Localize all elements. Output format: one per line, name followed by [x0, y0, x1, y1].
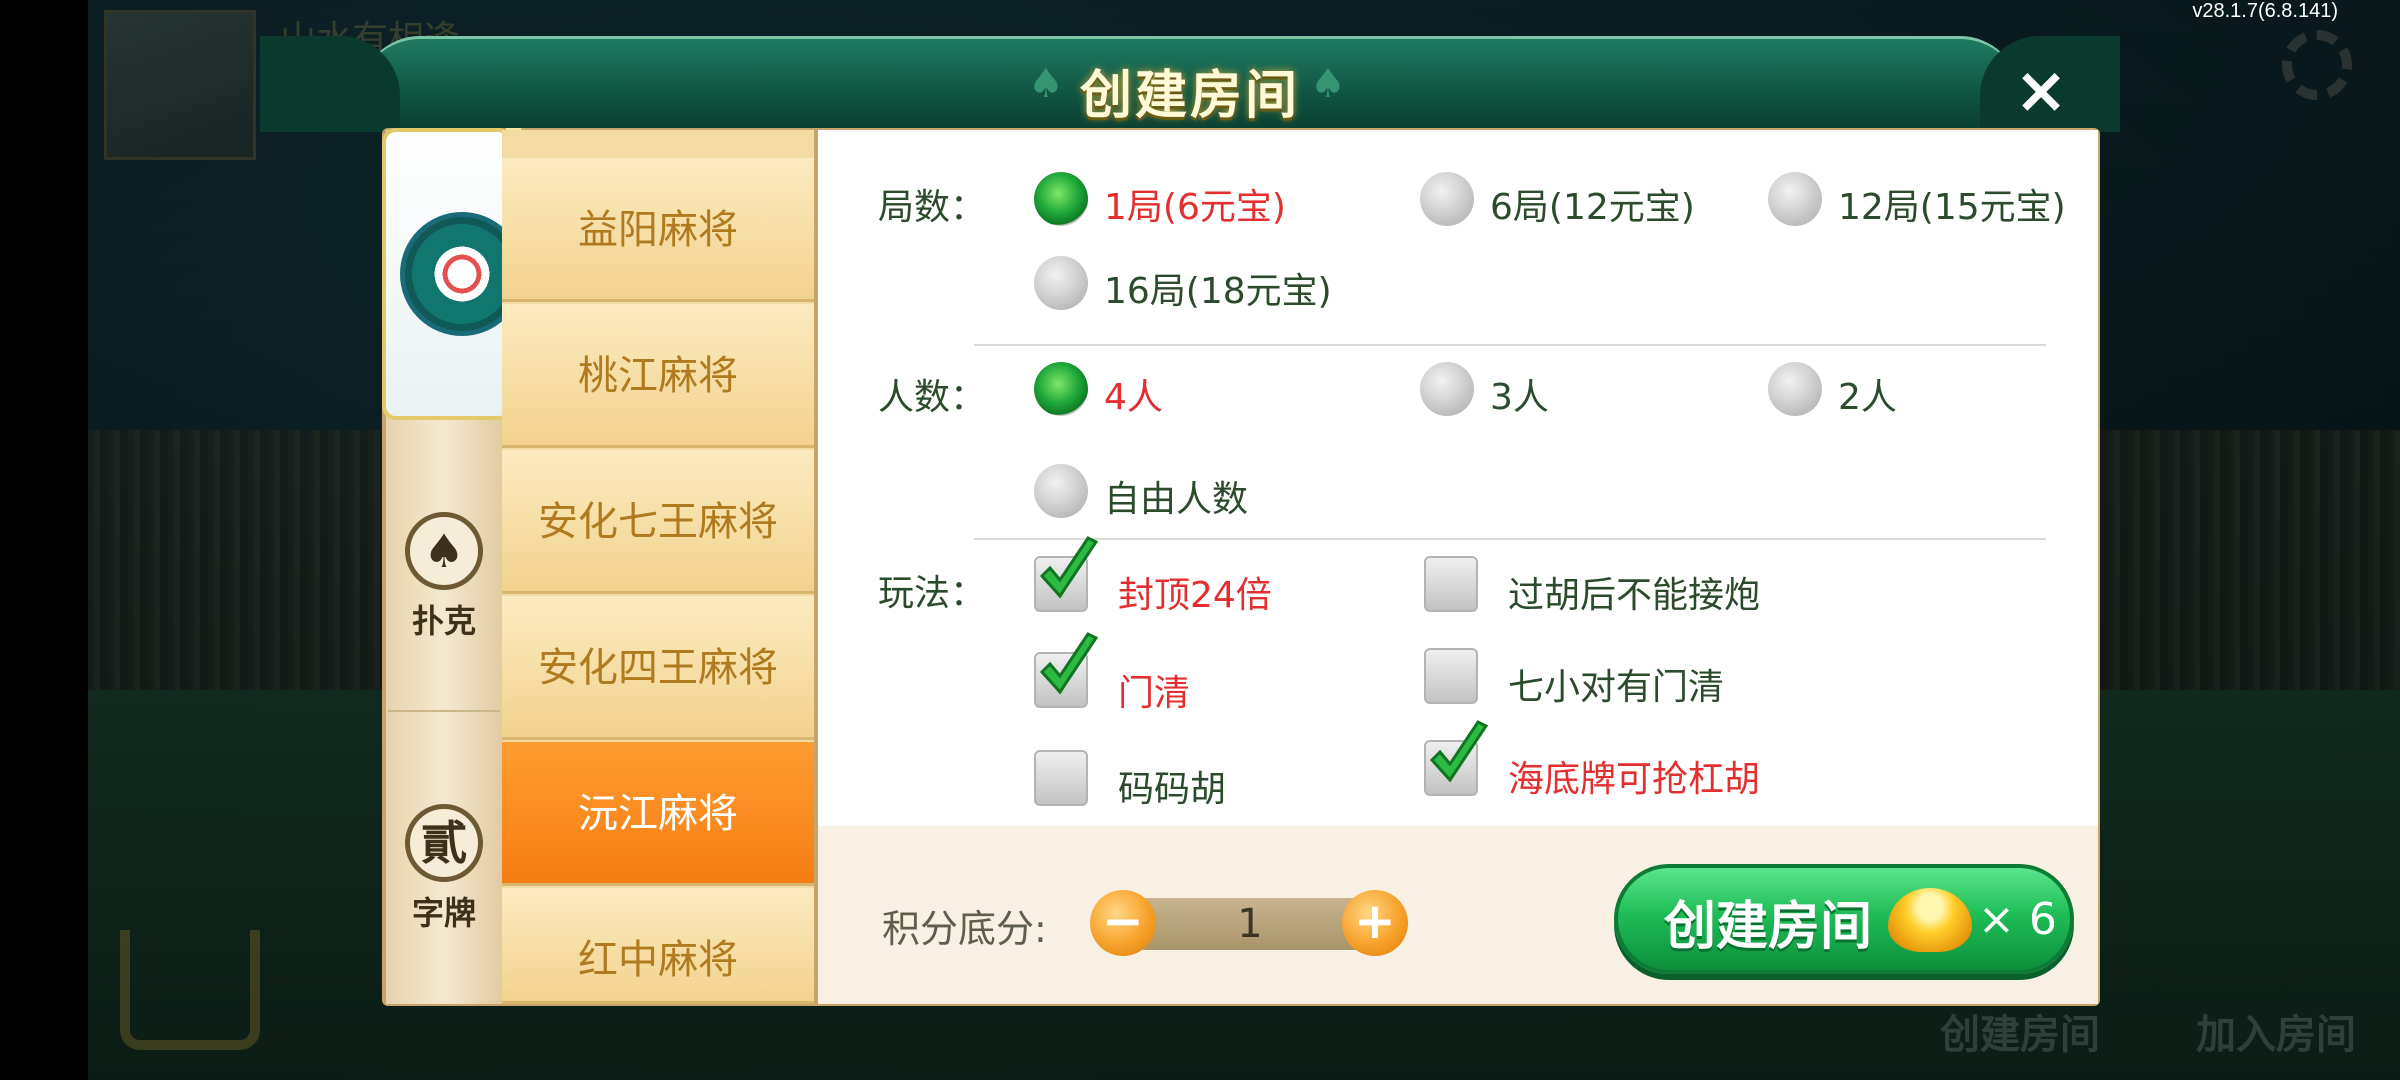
- zipai-icon: 貳: [405, 804, 483, 882]
- category-label-poker: 扑克: [411, 602, 476, 640]
- rule-checkbox-no-pao-after-hu[interactable]: [1424, 556, 1478, 612]
- players-option-3[interactable]: 3人: [1490, 368, 1549, 420]
- rounds-option-6[interactable]: 6局(12元宝): [1490, 178, 1695, 230]
- rounds-option-1[interactable]: 1局(6元宝): [1104, 178, 1286, 230]
- section-divider: [974, 344, 2046, 346]
- rule-option-mamahu[interactable]: 码码胡: [1118, 760, 1226, 812]
- rounds-radio-6[interactable]: [1420, 172, 1474, 226]
- players-radio-2[interactable]: [1768, 362, 1822, 416]
- close-button[interactable]: ×: [2006, 56, 2076, 126]
- rounds-radio-16[interactable]: [1034, 256, 1088, 310]
- create-room-label: 创建房间: [1664, 897, 1873, 957]
- rule-option-haidi[interactable]: 海底牌可抢杠胡: [1508, 750, 1760, 802]
- game-item-anhua-qiwang[interactable]: 安化七王麻将: [502, 450, 814, 594]
- category-label-zipai: 字牌: [411, 894, 476, 932]
- rounds-radio-12[interactable]: [1768, 172, 1822, 226]
- minus-button[interactable]: −: [1090, 890, 1156, 956]
- create-room-button[interactable]: 创建房间 × 6: [1614, 864, 2074, 974]
- rule-checkbox-qixiaodui[interactable]: [1424, 648, 1478, 704]
- rounds-radio-1[interactable]: [1034, 172, 1088, 226]
- dialog-header: ♠ ♠ 创建房间: [260, 36, 2120, 132]
- rule-option-no-pao-after-hu[interactable]: 过胡后不能接炮: [1508, 566, 1760, 618]
- rounds-option-12[interactable]: 12局(15元宝): [1838, 178, 2066, 230]
- players-radio-3[interactable]: [1420, 362, 1474, 416]
- rounds-option-16[interactable]: 16局(18元宝): [1104, 262, 1332, 314]
- rule-option-qixiaodui[interactable]: 七小对有门清: [1508, 658, 1724, 710]
- players-radio-4[interactable]: [1034, 362, 1088, 416]
- create-room-cost: × 6: [1978, 894, 2057, 945]
- rule-option-menqing[interactable]: 门清: [1118, 664, 1190, 716]
- checkmark-icon: [1429, 720, 1489, 783]
- players-label: 人数：: [878, 377, 987, 418]
- spade-icon: ♠: [405, 512, 483, 590]
- checkmark-icon: [1039, 536, 1099, 599]
- game-item-yiyang[interactable]: 益阳麻将: [502, 158, 814, 302]
- checkmark-icon: [1039, 632, 1099, 695]
- game-item-taojiang[interactable]: 桃江麻将: [502, 304, 814, 448]
- score-label: 积分底分:: [882, 907, 1047, 951]
- rule-option-cap24[interactable]: 封顶24倍: [1118, 566, 1272, 618]
- version-label: v28.1.7(6.8.141): [2192, 0, 2338, 22]
- section-divider: [974, 538, 2046, 540]
- game-item-yuanjiang[interactable]: 沅江麻将: [502, 742, 814, 886]
- players-option-2[interactable]: 2人: [1838, 368, 1897, 420]
- category-tab-poker[interactable]: ♠ 扑克: [386, 512, 502, 642]
- game-item-hongzhong[interactable]: 红中麻将: [502, 888, 814, 1004]
- dialog-title: 创建房间: [1079, 66, 1300, 126]
- category-divider: [388, 710, 500, 712]
- score-value: 1: [1237, 901, 1263, 947]
- rule-checkbox-mamahu[interactable]: [1034, 750, 1088, 806]
- rounds-label: 局数：: [878, 187, 987, 228]
- players-option-4[interactable]: 4人: [1104, 368, 1163, 420]
- players-option-free[interactable]: 自由人数: [1104, 470, 1248, 522]
- game-item-anhua-siwang[interactable]: 安化四王麻将: [502, 596, 814, 740]
- gold-ingot-icon: [1888, 888, 1972, 952]
- rules-label: 玩法：: [878, 573, 987, 614]
- plus-button[interactable]: +: [1342, 890, 1408, 956]
- players-radio-free[interactable]: [1034, 464, 1088, 518]
- category-tab-zipai[interactable]: 貳 字牌: [386, 804, 502, 934]
